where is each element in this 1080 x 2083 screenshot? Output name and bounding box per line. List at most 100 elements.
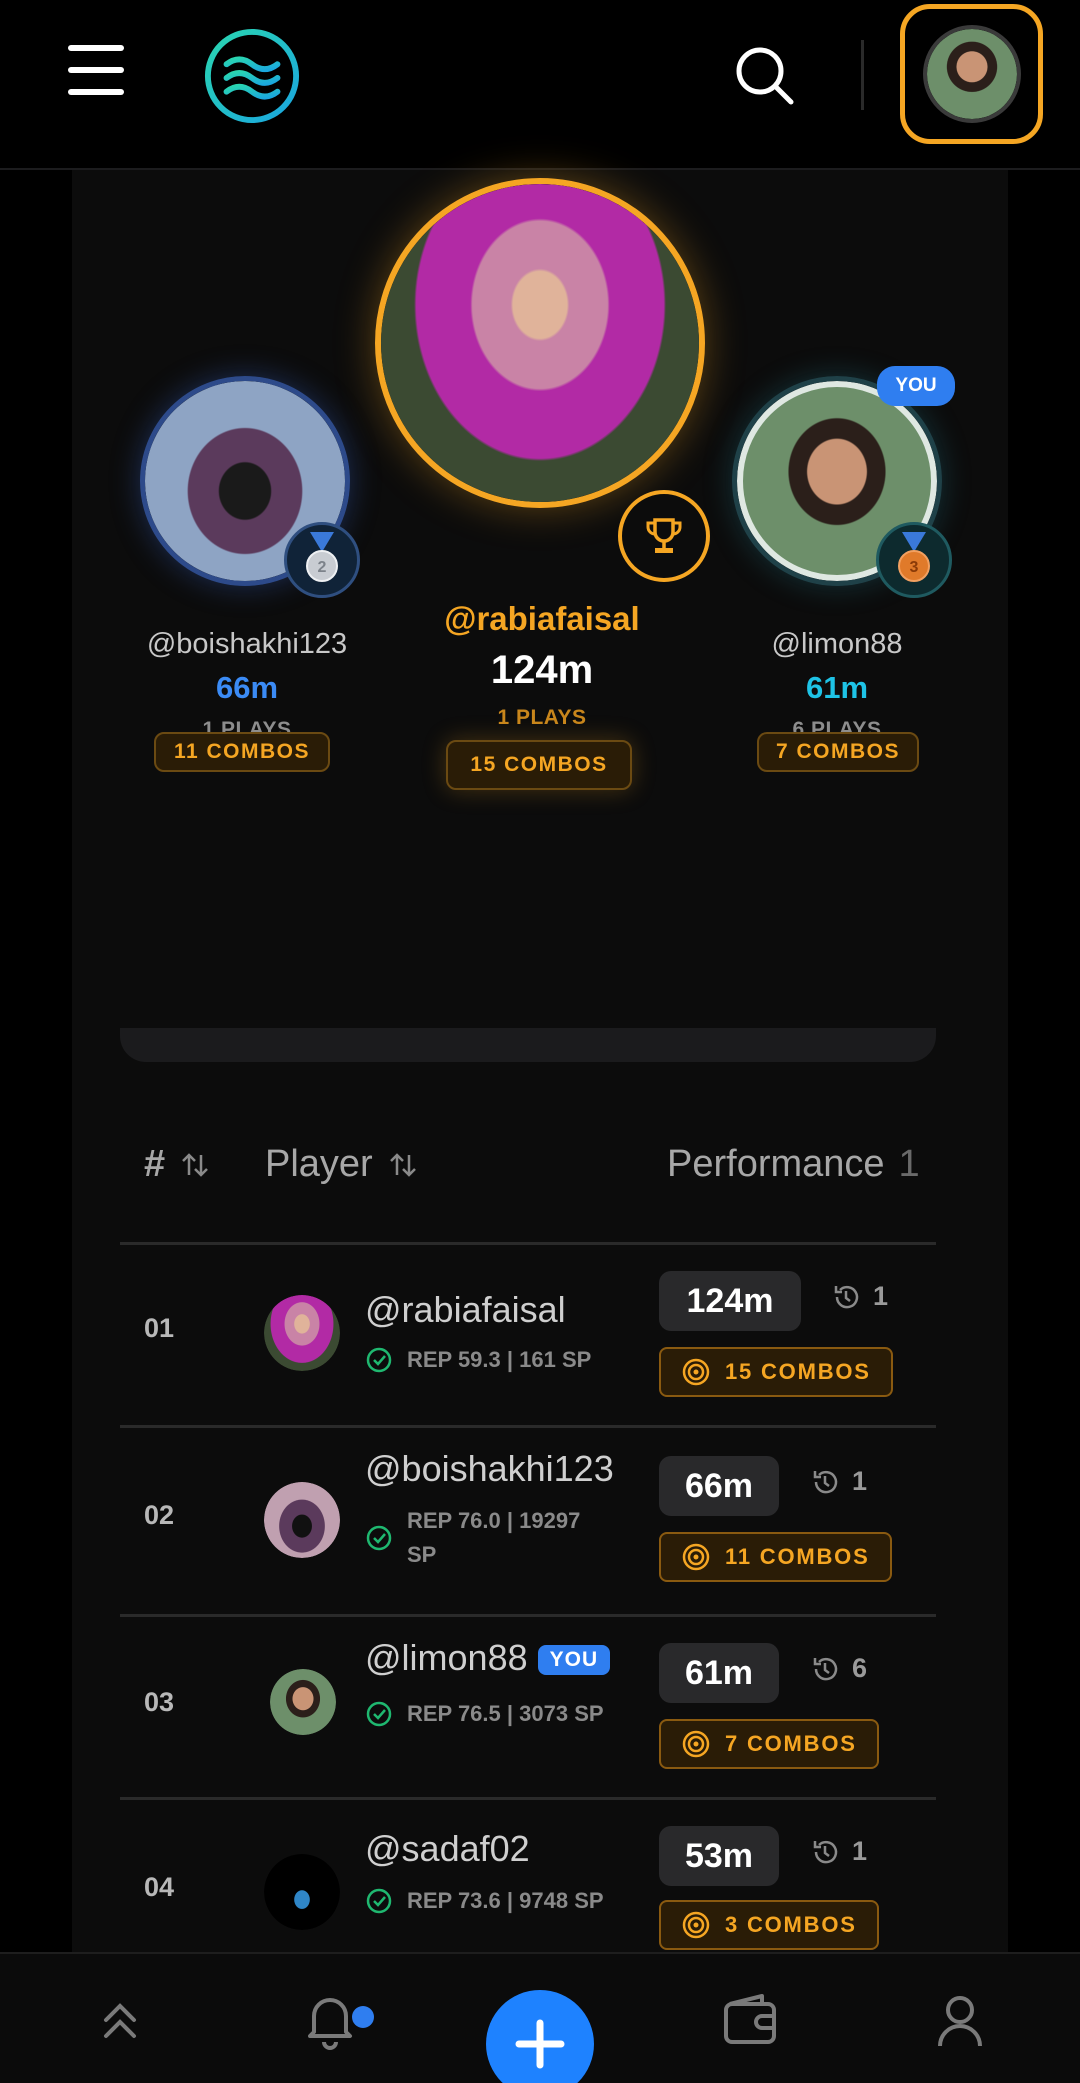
history-icon <box>834 1285 859 1308</box>
podium-first-combos: 15 COMBOS <box>446 740 632 790</box>
history-icon <box>813 1840 838 1863</box>
row-plays-count: 1 <box>852 1836 868 1866</box>
row-rep: REP 76.5 | 3073 SP <box>365 1697 604 1731</box>
silver-medal-number: 2 <box>318 559 327 576</box>
podium-third-distance: 61m <box>805 670 869 705</box>
history-icon <box>813 1657 838 1680</box>
row-rep: REP 59.3 | 161 SP <box>365 1343 591 1377</box>
row-plays-count: 1 <box>852 1466 868 1496</box>
notification-dot <box>352 2006 374 2028</box>
podium-first-distance: 124m <box>490 648 594 692</box>
row-combos-text: 11 COMBOS <box>725 1544 870 1569</box>
row-username[interactable]: @limon88 YOU <box>365 1637 611 1679</box>
podium-third-combos: 7 COMBOS <box>757 732 919 772</box>
bronze-medal-number: 3 <box>910 559 919 576</box>
top-bar <box>0 0 1080 170</box>
target-icon <box>682 1911 710 1939</box>
plus-icon <box>515 2019 565 2069</box>
avatar[interactable] <box>264 1854 340 1930</box>
row-rep-text: REP 76.0 | 19297 SP <box>407 1508 581 1567</box>
sort-icon <box>389 1152 416 1177</box>
verified-check-icon <box>366 1701 392 1727</box>
row-rep-text: REP 73.6 | 9748 SP <box>407 1888 604 1913</box>
podium-first-avatar[interactable] <box>375 178 705 508</box>
row-username[interactable]: @rabiafaisal <box>365 1289 566 1331</box>
row-distance: 53m <box>659 1826 779 1886</box>
row-distance: 61m <box>659 1643 779 1703</box>
row-combos: 11 COMBOS <box>659 1532 892 1582</box>
history-icon <box>813 1470 838 1493</box>
row-rep: REP 76.0 | 19297 SP <box>365 1504 595 1572</box>
bottom-nav <box>0 1952 1080 2083</box>
podium-first-username[interactable]: @rabiafaisal <box>362 600 722 638</box>
hamburger-icon[interactable] <box>68 45 124 95</box>
row-rank: 01 <box>144 1313 175 1343</box>
target-icon <box>682 1543 710 1571</box>
row-combos: 15 COMBOS <box>659 1347 893 1397</box>
search-icon[interactable] <box>733 44 797 108</box>
row-username[interactable]: @boishakhi123 <box>365 1448 614 1490</box>
row-combos: 3 COMBOS <box>659 1900 879 1950</box>
row-combos: 7 COMBOS <box>659 1719 879 1769</box>
column-header-performance[interactable]: Performance 1 <box>667 1143 936 1186</box>
podium-you-badge: YOU <box>877 366 955 406</box>
podium-second-username[interactable]: @boishakhi123 <box>112 628 382 661</box>
avatar[interactable] <box>264 1295 340 1371</box>
wave-logo-icon[interactable] <box>203 27 301 125</box>
horizontal-scrollbar[interactable] <box>120 1028 936 1062</box>
row-distance: 66m <box>659 1456 779 1516</box>
row-rep: REP 73.6 | 9748 SP <box>365 1884 604 1918</box>
row-plays-count: 6 <box>852 1653 868 1683</box>
row-rep-text: REP 76.5 | 3073 SP <box>407 1701 604 1726</box>
avatar <box>923 25 1021 123</box>
row-distance: 124m <box>659 1271 801 1331</box>
bronze-medal-icon: 3 <box>876 522 952 598</box>
avatar[interactable] <box>264 1482 340 1558</box>
you-badge: YOU <box>537 1645 611 1676</box>
column-header-performance-label: Performance <box>667 1143 885 1185</box>
column-header-player[interactable]: Player <box>265 1143 419 1186</box>
row-plays: 1 <box>831 1281 888 1312</box>
row-rank: 03 <box>144 1687 175 1717</box>
row-plays: 1 <box>810 1836 867 1867</box>
row-plays-count: 1 <box>873 1281 889 1311</box>
table-row[interactable]: 01 @rabiafaisal REP 59.3 | 161 SP 124m 1… <box>120 1245 936 1425</box>
podium-first-plays: 1 PLAYS <box>497 706 587 729</box>
row-username[interactable]: @sadaf02 <box>365 1828 530 1870</box>
row-username-text: @limon88 <box>365 1637 528 1678</box>
profile-avatar-button[interactable] <box>900 4 1043 144</box>
avatar[interactable] <box>270 1669 336 1735</box>
silver-medal-icon: 2 <box>284 522 360 598</box>
table-row[interactable]: 03 @limon88 YOU REP 76.5 | 3073 SP 61m 6 … <box>120 1617 936 1797</box>
target-icon <box>682 1730 710 1758</box>
target-icon <box>682 1358 710 1386</box>
row-plays: 6 <box>810 1653 867 1684</box>
chevrons-up-icon[interactable] <box>88 1988 152 2052</box>
column-header-rank[interactable]: # <box>144 1143 211 1186</box>
verified-check-icon <box>366 1347 392 1373</box>
verified-check-icon <box>366 1525 392 1551</box>
trophy-icon <box>618 490 710 582</box>
header-divider <box>861 40 864 110</box>
wallet-icon[interactable] <box>718 1988 782 2052</box>
add-button[interactable] <box>486 1990 594 2083</box>
sort-icon <box>182 1152 209 1177</box>
column-header-rank-label: # <box>144 1143 166 1185</box>
leaderboard-panel: 2 @boishakhi123 66m 1 PLAYS 11 COMBOS @r… <box>72 170 1008 1952</box>
row-combos-text: 3 COMBOS <box>725 1912 857 1937</box>
row-combos-text: 7 COMBOS <box>725 1731 857 1756</box>
column-header-performance-overflow: 1 <box>898 1143 920 1185</box>
podium-second-combos: 11 COMBOS <box>154 732 330 772</box>
row-plays: 1 <box>810 1466 867 1497</box>
row-rep-text: REP 59.3 | 161 SP <box>407 1347 592 1372</box>
verified-check-icon <box>366 1888 392 1914</box>
podium-third-username[interactable]: @limon88 <box>702 628 972 661</box>
row-rank: 04 <box>144 1872 175 1902</box>
table-row[interactable]: 04 @sadaf02 REP 73.6 | 9748 SP 53m 1 3 C… <box>120 1800 936 1952</box>
column-header-player-label: Player <box>265 1143 373 1185</box>
row-rank: 02 <box>144 1500 175 1530</box>
table-row[interactable]: 02 @boishakhi123 REP 76.0 | 19297 SP 66m… <box>120 1428 936 1614</box>
podium-second-distance: 66m <box>215 670 279 705</box>
row-combos-text: 15 COMBOS <box>725 1359 871 1384</box>
user-icon[interactable] <box>928 1988 992 2052</box>
